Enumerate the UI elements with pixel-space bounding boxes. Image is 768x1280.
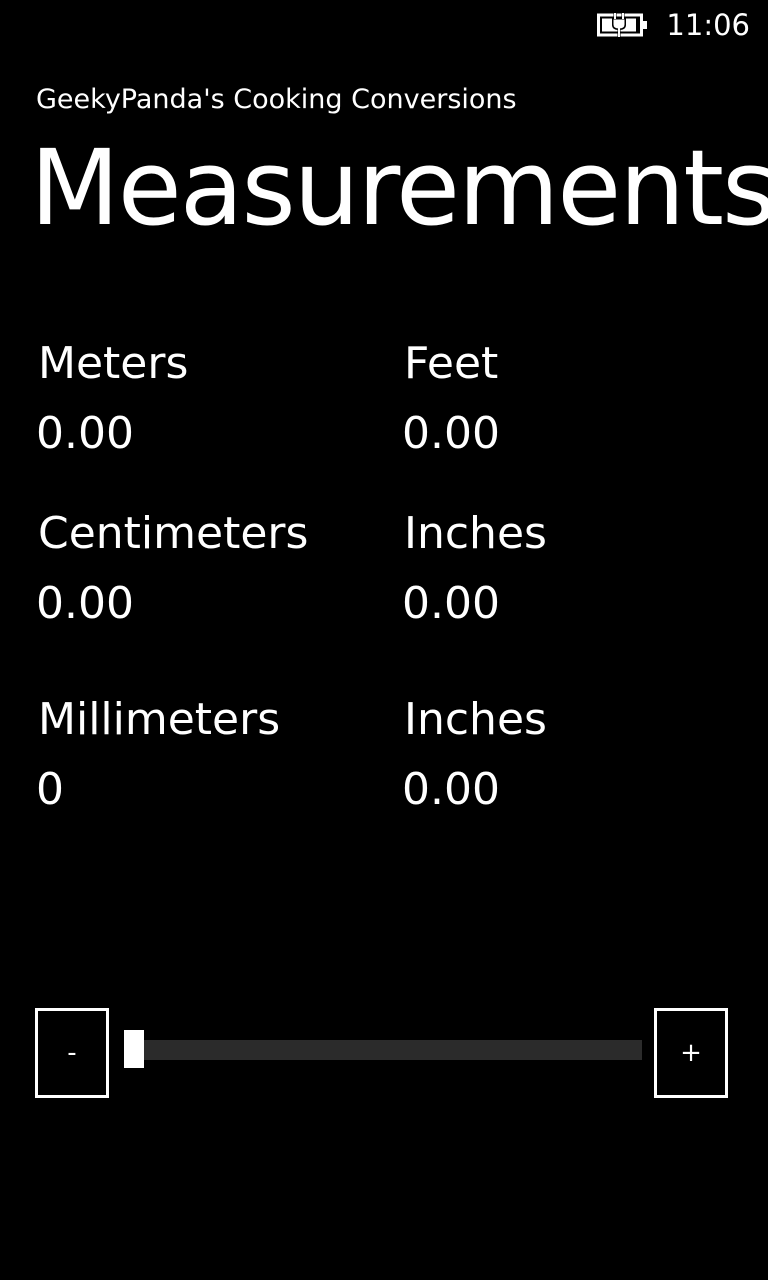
slider-track[interactable] [124,1040,642,1060]
status-bar: 11:06 [0,0,768,50]
increment-button[interactable]: + [654,1008,728,1098]
centimeters-value: 0.00 [36,578,134,629]
millimeters-value: 0 [36,764,64,815]
meters-label: Meters [38,338,189,389]
slider-thumb[interactable] [124,1030,144,1068]
meters-value: 0.00 [36,408,134,459]
inches-label-2: Inches [404,694,547,745]
inches-value-2: 0.00 [402,764,500,815]
inches-value: 0.00 [402,578,500,629]
feet-label: Feet [404,338,499,389]
millimeters-label: Millimeters [38,694,281,745]
page-title: Measurements [30,127,768,249]
clock: 11:06 [666,8,750,42]
feet-value: 0.00 [402,408,500,459]
battery-charging-icon [597,12,647,38]
app-title: GeekyPanda's Cooking Conversions [36,84,517,115]
inches-label: Inches [404,508,547,559]
centimeters-label: Centimeters [38,508,309,559]
decrement-button[interactable]: - [35,1008,109,1098]
value-slider[interactable] [124,1030,642,1070]
